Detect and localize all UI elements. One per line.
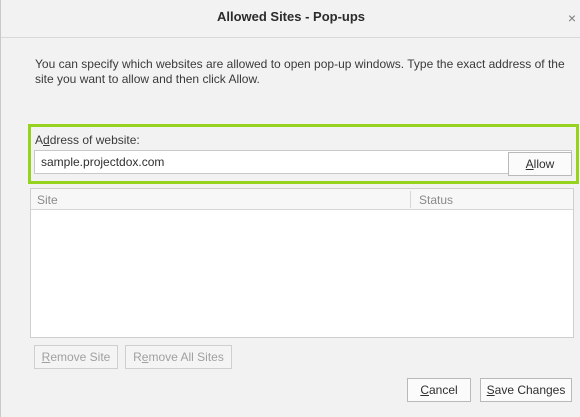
column-header-site[interactable]: Site [37,193,58,207]
website-address-input[interactable] [34,150,572,174]
dialog-title: Allowed Sites - Pop-ups [216,9,366,24]
allowed-sites-dialog: Allowed Sites - Pop-ups × You can specif… [0,0,580,417]
column-header-status[interactable]: Status [419,193,453,207]
save-changes-button[interactable]: Save Changes [480,378,572,402]
sites-table[interactable]: Site Status [30,188,574,338]
dialog-description: You can specify which websites are allow… [35,57,565,86]
remove-site-button[interactable]: Remove Site [34,345,118,369]
remove-all-sites-button[interactable]: Remove All Sites [125,345,232,369]
column-separator [410,191,411,208]
table-header: Site Status [31,189,573,210]
allow-button[interactable]: Allow [508,152,572,176]
close-icon[interactable]: × [565,10,579,26]
address-label: Address of website: [35,133,140,147]
cancel-button[interactable]: Cancel [407,378,471,402]
title-bar: Allowed Sites - Pop-ups × [1,0,580,38]
